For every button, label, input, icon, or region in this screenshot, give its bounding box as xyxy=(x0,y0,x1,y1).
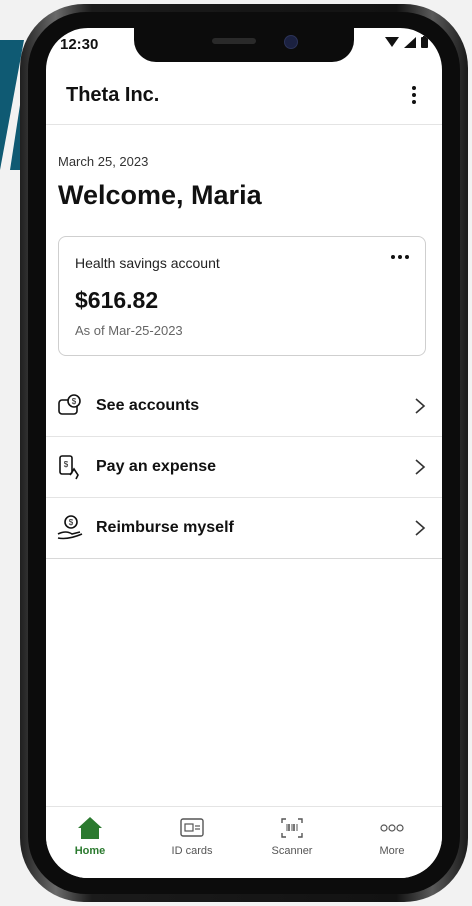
more-icon xyxy=(380,824,404,832)
app-screen: 12:30 Theta Inc. March 25, 2023 Welcome,… xyxy=(46,28,442,878)
balance-as-of: As of Mar-25-2023 xyxy=(75,323,183,338)
see-accounts-label: See accounts xyxy=(96,397,200,414)
status-time: 12:30 xyxy=(60,36,99,53)
status-icons xyxy=(385,36,428,48)
bottom-tab-bar: Home ID cards Scanner More xyxy=(46,806,442,878)
welcome-heading: Welcome, Maria xyxy=(58,180,262,210)
chevron-right-icon xyxy=(415,459,426,475)
scanner-icon xyxy=(281,818,303,838)
tab-scanner[interactable]: Scanner xyxy=(252,815,332,865)
app-header: Theta Inc. xyxy=(46,68,442,125)
tab-more-label: More xyxy=(379,845,405,857)
id-card-icon xyxy=(180,818,204,837)
tab-home-label: Home xyxy=(74,845,106,857)
svg-text:$: $ xyxy=(69,518,74,527)
overflow-menu-icon[interactable] xyxy=(404,80,424,110)
tab-id-cards-label: ID cards xyxy=(171,845,213,857)
account-title: Health savings account xyxy=(75,255,220,271)
signal-icon xyxy=(404,36,416,48)
tab-home[interactable]: Home xyxy=(50,815,130,865)
svg-text:$: $ xyxy=(64,460,69,469)
current-date: March 25, 2023 xyxy=(58,154,149,169)
see-accounts-row[interactable]: $ See accounts xyxy=(46,376,442,437)
tab-more[interactable]: More xyxy=(352,815,432,865)
pay-expense-label: Pay an expense xyxy=(96,458,217,475)
card-more-options-icon[interactable] xyxy=(391,255,409,259)
pay-expense-icon: $ xyxy=(59,455,79,480)
battery-icon xyxy=(421,36,428,48)
action-list: $ See accounts $ Pay an expense $ Reimbu… xyxy=(46,376,442,559)
reimburse-row[interactable]: $ Reimburse myself xyxy=(46,498,442,559)
tab-scanner-label: Scanner xyxy=(271,845,313,857)
hsa-account-card[interactable]: Health savings account $616.82 As of Mar… xyxy=(58,236,426,356)
accounts-icon: $ xyxy=(58,394,81,415)
svg-text:$: $ xyxy=(72,397,77,406)
tab-id-cards[interactable]: ID cards xyxy=(152,815,232,865)
reimburse-icon: $ xyxy=(57,515,83,540)
reimburse-label: Reimburse myself xyxy=(96,519,234,536)
home-icon xyxy=(78,817,102,839)
account-balance: $616.82 xyxy=(75,287,159,313)
chevron-right-icon xyxy=(415,520,426,536)
camera-notch xyxy=(134,28,354,62)
front-camera xyxy=(284,35,298,49)
speaker-grille xyxy=(212,38,256,44)
wifi-icon xyxy=(385,36,399,47)
chevron-right-icon xyxy=(415,398,426,414)
company-name: Theta Inc. xyxy=(66,84,160,106)
pay-expense-row[interactable]: $ Pay an expense xyxy=(46,437,442,498)
